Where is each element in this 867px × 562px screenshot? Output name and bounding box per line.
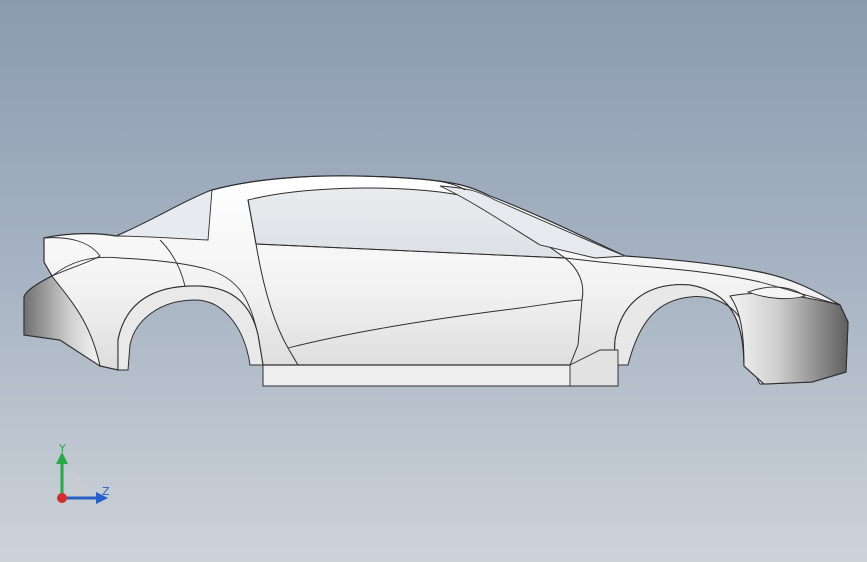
graphics-viewport[interactable]: Y Z	[0, 0, 867, 562]
rear-glass[interactable]	[115, 189, 213, 241]
triad-z-label: Z	[102, 485, 110, 498]
front-bumper[interactable]	[729, 292, 849, 385]
coordinate-triad: Y Z	[50, 440, 120, 510]
car-body-model[interactable]	[0, 0, 867, 562]
rocker-panel[interactable]	[262, 364, 619, 387]
triad-y-label: Y	[59, 442, 66, 455]
